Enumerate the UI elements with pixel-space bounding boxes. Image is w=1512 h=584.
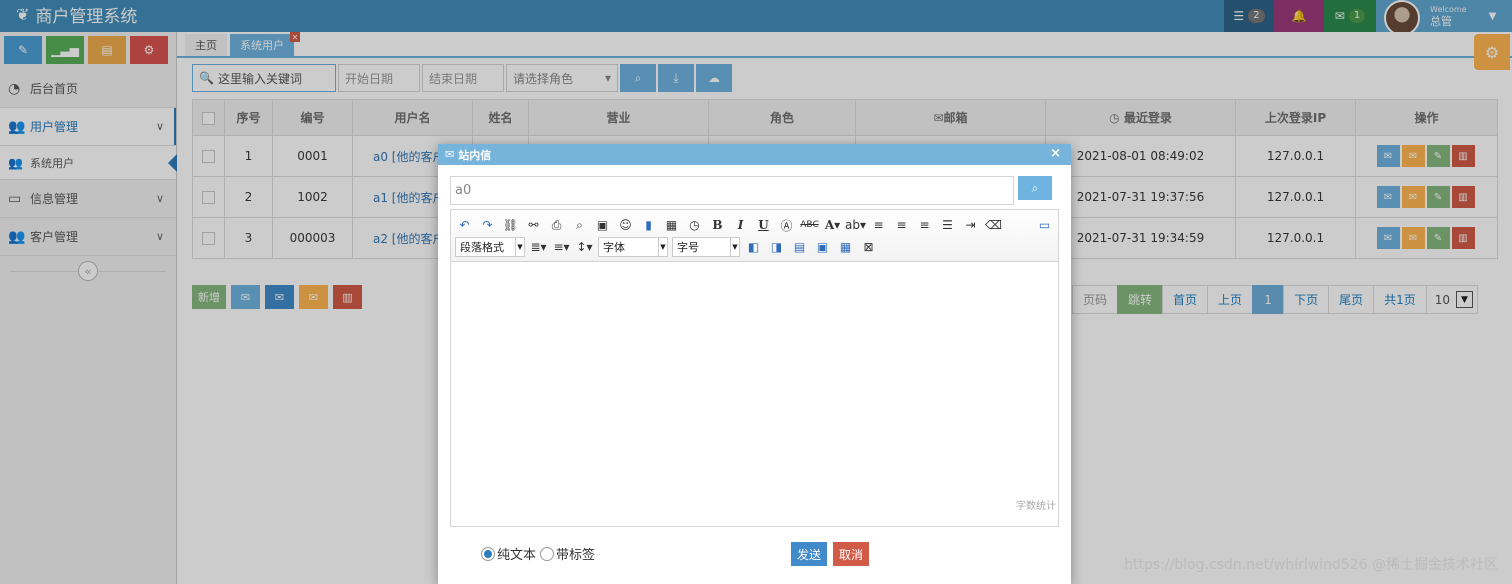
caret-down-icon: ▼ — [515, 238, 524, 256]
paragraph-format-label: 段落格式 — [460, 241, 504, 254]
underline-icon[interactable]: U — [754, 216, 773, 234]
unlink-icon[interactable]: ⚯ — [524, 216, 543, 234]
paragraph-format-select[interactable]: 段落格式 ▼ — [455, 237, 525, 257]
font-family-select[interactable]: 字体 ▼ — [598, 237, 668, 257]
strikethrough-icon[interactable]: ABC — [800, 216, 819, 234]
insert-table-icon[interactable]: ▦ — [836, 238, 855, 256]
content-type-radios: 纯文本 带标签 — [481, 544, 595, 563]
row-spacing-top-icon[interactable]: ≣▾ — [529, 238, 548, 256]
preview-icon[interactable]: ⌕ — [570, 216, 589, 234]
font-family-label: 字体 — [603, 241, 625, 254]
font-size-select[interactable]: 字号 ▼ — [672, 237, 740, 257]
editor-toolbar: ↶ ↷ ⛓ ⚯ ⎙ ⌕ ▣ ☺ ▮ ▦ ◷ B I U Ⓐ ABC A▾ ab▾… — [451, 210, 1058, 262]
word-count: 字数统计 — [1016, 501, 1056, 512]
rich-text-editor: ↶ ↷ ⛓ ⚯ ⎙ ⌕ ▣ ☺ ▮ ▦ ◷ B I U Ⓐ ABC A▾ ab▾… — [450, 209, 1059, 527]
font-color-icon[interactable]: A▾ — [823, 216, 842, 234]
dialog-title: 站内信 — [458, 148, 492, 162]
message-dialog: ✉ 站内信 × a0 ⌕ ↶ ↷ ⛓ ⚯ ⎙ ⌕ ▣ ☺ ▮ ▦ ◷ B I U… — [438, 144, 1071, 584]
eraser-icon[interactable]: ⌫ — [984, 216, 1003, 234]
envelope-icon: ✉ — [445, 148, 455, 161]
highlight-icon[interactable]: ab▾ — [845, 216, 866, 234]
caret-down-icon: ▼ — [730, 238, 739, 256]
delete-table-icon[interactable]: ⊠ — [859, 238, 878, 256]
redo-icon[interactable]: ↷ — [478, 216, 497, 234]
image-center-icon[interactable]: ▣ — [813, 238, 832, 256]
cancel-button[interactable]: 取消 — [833, 542, 870, 566]
row-spacing-bottom-icon[interactable]: ≡▾ — [552, 238, 571, 256]
close-icon[interactable]: × — [1050, 146, 1061, 161]
italic-icon[interactable]: I — [731, 216, 750, 234]
align-center-icon[interactable]: ≡ — [892, 216, 911, 234]
editor-toolbar-row-1: ↶ ↷ ⛓ ⚯ ⎙ ⌕ ▣ ☺ ▮ ▦ ◷ B I U Ⓐ ABC A▾ ab▾… — [455, 214, 1054, 236]
emoticon-icon[interactable]: ☺ — [616, 216, 635, 234]
search-icon: ⌕ — [1031, 180, 1039, 195]
print-icon[interactable]: ⎙ — [547, 216, 566, 234]
image-right-icon[interactable]: ◨ — [767, 238, 786, 256]
align-left-icon[interactable]: ≡ — [869, 216, 888, 234]
bold-icon[interactable]: B — [708, 216, 727, 234]
video-icon[interactable]: ▮ — [639, 216, 658, 234]
undo-icon[interactable]: ↶ — [455, 216, 474, 234]
watermark: https://blog.csdn.net/whirlwind526 @稀土掘金… — [1124, 557, 1498, 573]
image-icon[interactable]: ▣ — [593, 216, 612, 234]
font-border-icon[interactable]: Ⓐ — [777, 216, 796, 234]
line-height-icon[interactable]: ↕▾ — [575, 238, 594, 256]
send-button[interactable]: 发送 — [791, 542, 828, 566]
align-justify-icon[interactable]: ☰ — [938, 216, 957, 234]
date-icon[interactable]: ▦ — [662, 216, 681, 234]
dialog-header: ✉ 站内信 × — [438, 144, 1071, 165]
time-icon[interactable]: ◷ — [685, 216, 704, 234]
tagged-radio[interactable] — [540, 546, 555, 561]
fullscreen-icon[interactable]: ▭ — [1035, 216, 1054, 234]
image-left-icon[interactable]: ◧ — [744, 238, 763, 256]
plain-text-radio[interactable] — [481, 546, 495, 561]
align-right-icon[interactable]: ≡ — [915, 216, 934, 234]
plain-text-label: 纯文本 — [497, 548, 537, 563]
recipient-search-button[interactable]: ⌕ — [1018, 176, 1052, 200]
recipient-input[interactable]: a0 — [450, 176, 1014, 205]
tagged-label: 带标签 — [556, 548, 596, 563]
editor-content-area[interactable]: 字数统计 — [451, 262, 1058, 514]
editor-toolbar-row-2: 段落格式 ▼ ≣▾ ≡▾ ↕▾ 字体 ▼ 字号 ▼ ◧ ◨ ▤ ▣ ▦ ⊠ — [455, 236, 1054, 258]
image-none-icon[interactable]: ▤ — [790, 238, 809, 256]
indent-icon[interactable]: ⇥ — [961, 216, 980, 234]
caret-down-icon: ▼ — [658, 238, 667, 256]
link-icon[interactable]: ⛓ — [501, 216, 520, 234]
font-size-label: 字号 — [677, 241, 699, 254]
